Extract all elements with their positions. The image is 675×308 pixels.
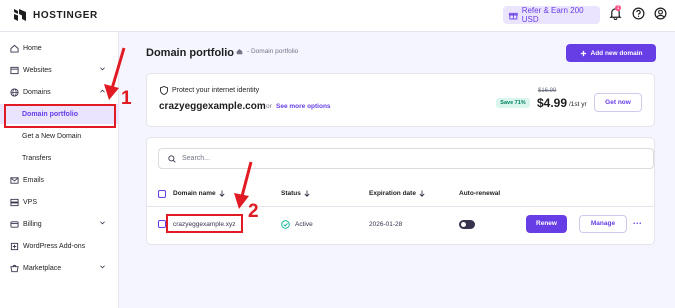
annotation-step-1-label: 1 — [121, 88, 132, 109]
annotation-arrows — [104, 47, 253, 209]
annotation-step-2-label: 2 — [248, 201, 259, 222]
